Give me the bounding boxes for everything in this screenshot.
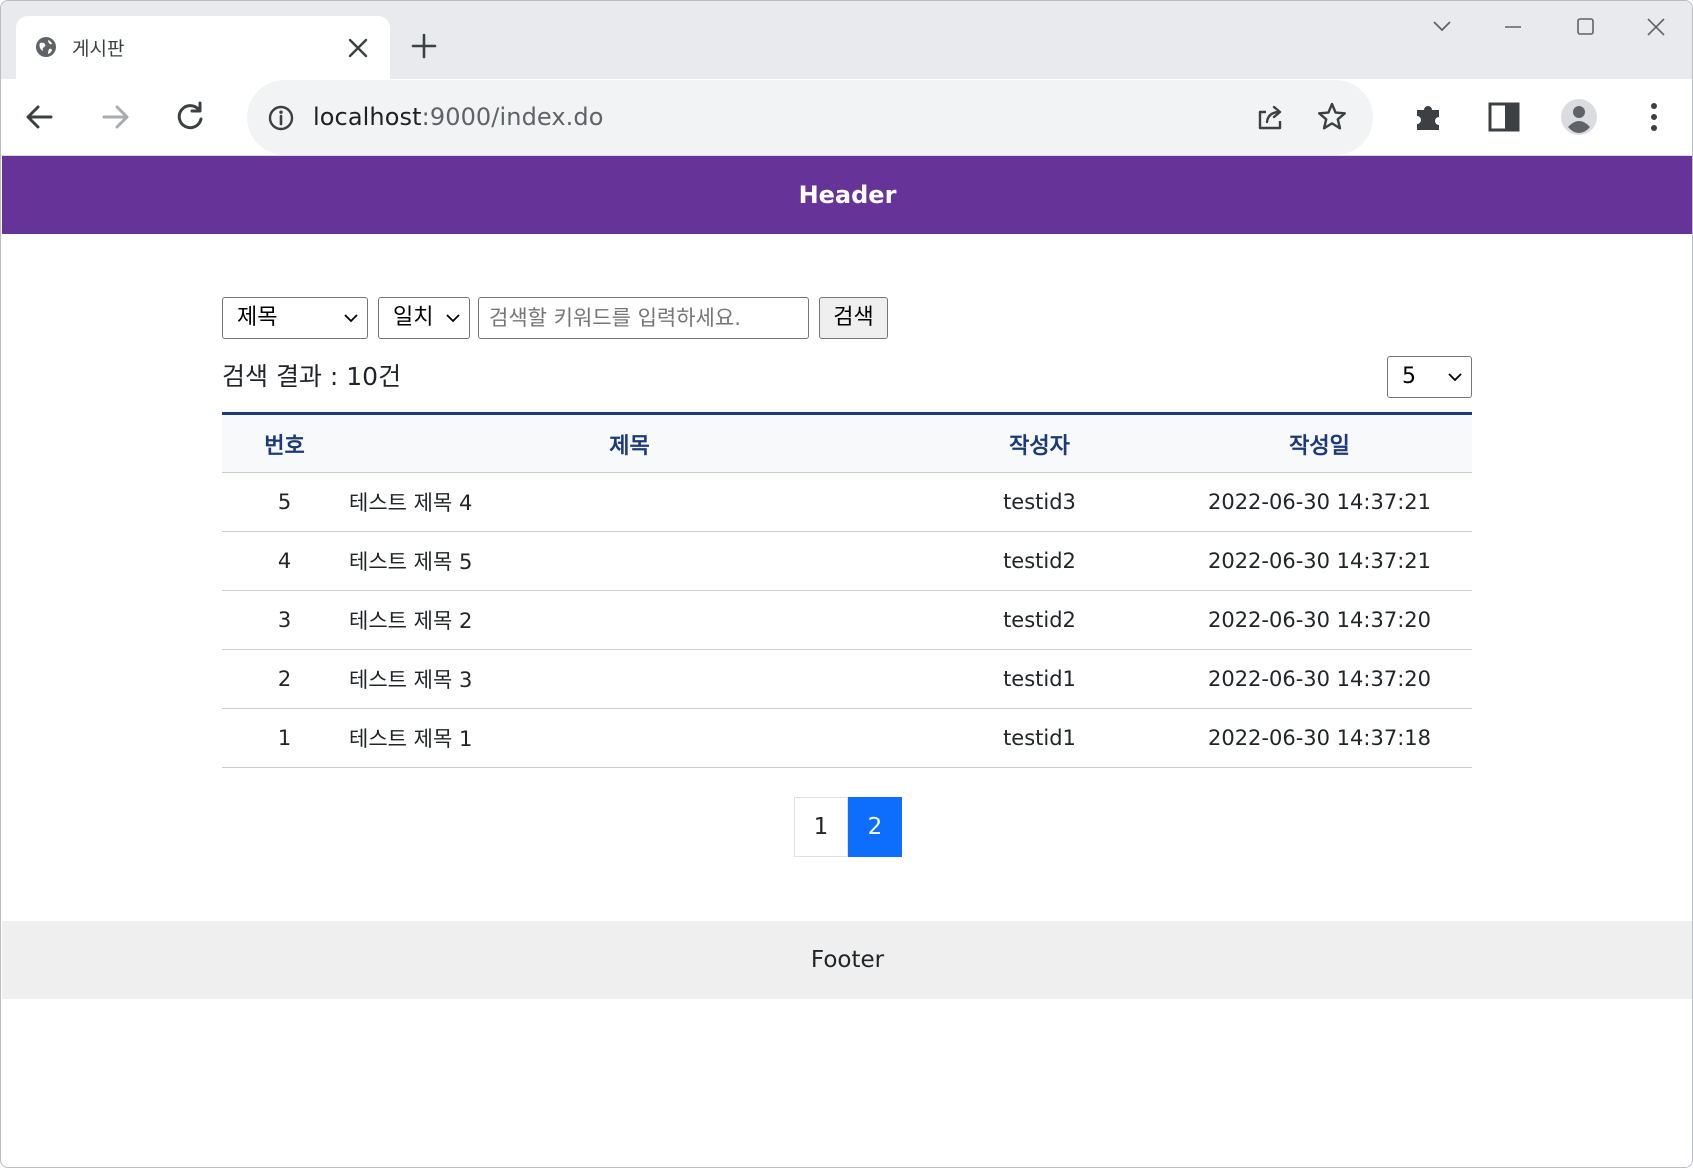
keyword-input[interactable]: 검색할 키워드를 입력하세요.: [478, 297, 809, 339]
page-size-value: 5: [1402, 364, 1416, 389]
table-row[interactable]: 2 테스트 제목 3 testid1 2022-06-30 14:37:20: [222, 649, 1472, 709]
page-link-2-active[interactable]: 2: [848, 797, 902, 857]
tab-strip: 게시판: [1, 1, 1692, 79]
browser-toolbar: localhost:9000/index.do: [1, 79, 1692, 156]
browser-tab[interactable]: 게시판: [16, 16, 390, 79]
row-author: testid3: [912, 472, 1167, 532]
row-date: 2022-06-30 14:37:21: [1167, 472, 1472, 532]
close-icon[interactable]: [344, 34, 372, 62]
row-number: 4: [222, 531, 347, 591]
chevron-down-icon[interactable]: [1424, 13, 1460, 41]
search-form: 제목 일치 검색할 키워드를 입력하세요. 검색: [222, 297, 922, 339]
table-header-row: 번호 제목 작성자 작성일: [222, 413, 1472, 473]
search-field-select[interactable]: 제목: [222, 297, 368, 339]
side-panel-icon[interactable]: [1483, 96, 1525, 138]
row-title-link[interactable]: 테스트 제목 3: [347, 649, 912, 709]
row-author: testid2: [912, 531, 1167, 591]
match-type-select[interactable]: 일치: [378, 297, 470, 339]
page-size-select[interactable]: 5: [1387, 356, 1472, 398]
chevron-down-icon: [446, 314, 460, 323]
browser-window: 게시판 localhost:9000/index.do Header 제목 일치…: [0, 0, 1693, 1168]
table-row[interactable]: 1 테스트 제목 1 testid1 2022-06-30 14:37:18: [222, 708, 1472, 768]
table-row[interactable]: 5 테스트 제목 4 testid3 2022-06-30 14:37:21: [222, 472, 1472, 532]
minimize-icon[interactable]: [1495, 13, 1531, 41]
url-text[interactable]: localhost:9000/index.do: [313, 103, 604, 131]
bookmark-star-icon[interactable]: [1315, 100, 1349, 134]
table-row[interactable]: 4 테스트 제목 5 testid2 2022-06-30 14:37:21: [222, 531, 1472, 591]
row-number: 1: [222, 708, 347, 768]
search-field-value: 제목: [237, 305, 278, 330]
web-page: Header 제목 일치 검색할 키워드를 입력하세요. 검색 검색 결과 : …: [2, 156, 1692, 1167]
column-header-author: 작성자: [912, 413, 1167, 473]
search-button[interactable]: 검색: [819, 297, 888, 339]
row-title-link[interactable]: 테스트 제목 2: [347, 590, 912, 650]
forward-arrow-icon[interactable]: [94, 96, 136, 138]
info-icon[interactable]: [267, 104, 295, 132]
row-date: 2022-06-30 14:37:20: [1167, 649, 1472, 709]
result-count: 검색 결과 : 10건: [222, 362, 402, 391]
row-author: testid1: [912, 649, 1167, 709]
maximize-icon[interactable]: [1567, 13, 1603, 41]
table-row[interactable]: 3 테스트 제목 2 testid2 2022-06-30 14:37:20: [222, 590, 1472, 650]
row-number: 3: [222, 590, 347, 650]
row-title-link[interactable]: 테스트 제목 5: [347, 531, 912, 591]
back-arrow-icon[interactable]: [19, 96, 61, 138]
profile-avatar-icon[interactable]: [1558, 96, 1600, 138]
chevron-down-icon: [1448, 373, 1462, 382]
row-date: 2022-06-30 14:37:21: [1167, 531, 1472, 591]
board-table: 번호 제목 작성자 작성일 5 테스트 제목 4 testid3 2022-06…: [222, 412, 1472, 768]
chevron-down-icon: [344, 314, 358, 323]
pagination: 1 2: [794, 797, 902, 857]
row-date: 2022-06-30 14:37:18: [1167, 708, 1472, 768]
tab-title: 게시판: [72, 38, 125, 60]
match-type-value: 일치: [393, 305, 434, 330]
site-header: Header: [2, 156, 1692, 234]
row-number: 5: [222, 472, 347, 532]
site-footer: Footer: [2, 921, 1692, 999]
row-date: 2022-06-30 14:37:20: [1167, 590, 1472, 650]
row-title-link[interactable]: 테스트 제목 4: [347, 472, 912, 532]
window-close-icon[interactable]: [1638, 13, 1674, 41]
new-tab-icon[interactable]: [409, 31, 439, 61]
address-bar[interactable]: localhost:9000/index.do: [247, 80, 1373, 155]
extensions-puzzle-icon[interactable]: [1408, 96, 1450, 138]
more-menu-icon[interactable]: [1633, 96, 1675, 138]
share-icon[interactable]: [1253, 100, 1287, 134]
row-author: testid1: [912, 708, 1167, 768]
row-title-link[interactable]: 테스트 제목 1: [347, 708, 912, 768]
column-header-date: 작성일: [1167, 413, 1472, 473]
row-number: 2: [222, 649, 347, 709]
page-link-1[interactable]: 1: [794, 797, 848, 857]
column-header-number: 번호: [222, 413, 347, 473]
row-author: testid2: [912, 590, 1167, 650]
column-header-title: 제목: [347, 413, 912, 473]
reload-icon[interactable]: [169, 96, 211, 138]
globe-icon: [36, 37, 56, 57]
